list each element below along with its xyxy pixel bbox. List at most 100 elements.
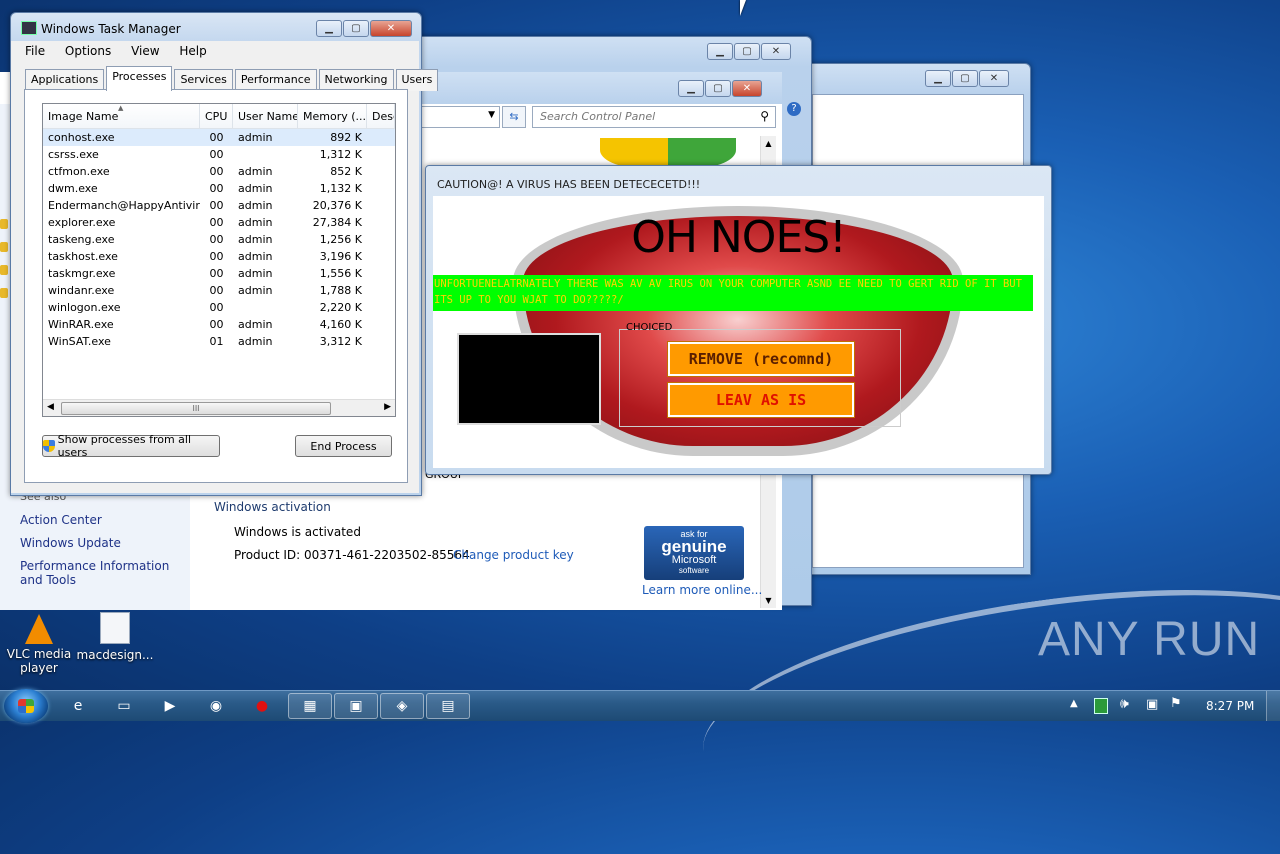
- menu-help[interactable]: Help: [179, 44, 206, 58]
- genuine-microsoft-badge[interactable]: ask for genuine Microsoft software: [644, 526, 744, 580]
- desktop-icon-macdesign[interactable]: macdesign...: [76, 612, 154, 662]
- tray-display-icon[interactable]: ▣: [1146, 697, 1158, 712]
- clock[interactable]: 8:27 PM: [1206, 699, 1254, 713]
- taskbar-ie-icon[interactable]: e: [58, 693, 98, 719]
- search-input[interactable]: Search Control Panel ⚲: [532, 106, 776, 128]
- table-row[interactable]: conhost.exe 00 admin 892 K: [43, 129, 395, 146]
- link-action-center[interactable]: Action Center: [20, 513, 102, 527]
- table-row[interactable]: Endermanch@HappyAntivir... 00 admin 20,376 …: [43, 197, 395, 214]
- popup-content: OH NOES! UNFORTUENELATRNATELY THERE WAS …: [433, 196, 1044, 468]
- column-user-name[interactable]: User Name: [233, 104, 298, 128]
- taskbar-media-player-icon[interactable]: ▶: [150, 693, 190, 719]
- taskbar-task-manager-icon[interactable]: ▤: [426, 693, 470, 719]
- link-windows-update[interactable]: Windows Update: [20, 536, 121, 550]
- minimize-button[interactable]: ▁: [316, 20, 342, 37]
- close-button[interactable]: ✕: [761, 43, 791, 60]
- tab-processes[interactable]: Processes: [106, 66, 173, 91]
- end-process-button[interactable]: End Process: [295, 435, 392, 457]
- tab-users[interactable]: Users: [395, 69, 439, 91]
- close-button[interactable]: ✕: [370, 20, 412, 37]
- process-name: dwm.exe: [48, 182, 98, 195]
- table-row[interactable]: taskhost.exe 00 admin 3,196 K: [43, 248, 395, 265]
- taskbar-winrar-icon[interactable]: ▦: [288, 693, 332, 719]
- maximize-button[interactable]: ▢: [734, 43, 760, 60]
- desktop-icon-label: VLC media player: [6, 647, 72, 675]
- tab-services[interactable]: Services: [174, 69, 233, 91]
- scroll-up-arrow[interactable]: ▲: [761, 136, 776, 151]
- table-row[interactable]: WinRAR.exe 00 admin 4,160 K: [43, 316, 395, 333]
- process-description: [367, 129, 395, 146]
- table-row[interactable]: csrss.exe 00 1,312 K: [43, 146, 395, 163]
- process-name: winlogon.exe: [48, 301, 121, 314]
- mouse-cursor-icon: [740, 0, 746, 16]
- table-row[interactable]: taskeng.exe 00 admin 1,256 K: [43, 231, 395, 248]
- tray-network-icon[interactable]: [1094, 698, 1108, 714]
- minimize-button[interactable]: ▁: [925, 70, 951, 87]
- menu-view[interactable]: View: [131, 44, 159, 58]
- process-cpu: 00: [209, 148, 224, 161]
- show-all-processes-button[interactable]: Show processes from all users: [42, 433, 220, 459]
- process-name: explorer.exe: [48, 216, 116, 229]
- table-row[interactable]: taskmgr.exe 00 admin 1,556 K: [43, 265, 395, 282]
- maximize-button[interactable]: ▢: [705, 80, 731, 97]
- tab-networking[interactable]: Networking: [318, 69, 394, 91]
- taskbar-virus-app-icon[interactable]: ◈: [380, 693, 424, 719]
- table-row[interactable]: dwm.exe 00 admin 1,132 K: [43, 180, 395, 197]
- menu-options[interactable]: Options: [65, 44, 111, 58]
- taskbar-explorer-icon[interactable]: ▭: [104, 693, 144, 719]
- table-row[interactable]: windanr.exe 00 admin 1,788 K: [43, 282, 395, 299]
- show-desktop-button[interactable]: [1266, 691, 1280, 721]
- shield-icon: [0, 219, 8, 229]
- choice-group-label: CHOICED: [626, 322, 673, 333]
- column-description[interactable]: Desc: [367, 104, 395, 128]
- scroll-left-arrow[interactable]: ◀: [47, 402, 54, 412]
- tray-chevron-icon[interactable]: ▲: [1070, 698, 1078, 709]
- process-name: conhost.exe: [43, 129, 200, 146]
- tab-applications[interactable]: Applications: [25, 69, 105, 91]
- process-name: WinSAT.exe: [48, 335, 111, 348]
- tab-performance[interactable]: Performance: [234, 69, 317, 91]
- leave-as-is-button[interactable]: LEAV AS IS: [667, 382, 855, 418]
- taskbar-chrome-icon[interactable]: ◉: [196, 693, 236, 719]
- close-button[interactable]: ✕: [979, 70, 1009, 87]
- scroll-thumb[interactable]: III: [61, 402, 331, 415]
- table-row[interactable]: winlogon.exe 00 2,220 K: [43, 299, 395, 316]
- change-product-key-link[interactable]: Change product key: [453, 548, 574, 562]
- learn-more-link[interactable]: Learn more online...: [642, 583, 762, 597]
- link-performance[interactable]: Performance Information and Tools: [20, 559, 185, 587]
- process-list[interactable]: Image Name CPU User Name Memory (... Des…: [42, 103, 396, 417]
- table-row[interactable]: ctfmon.exe 00 admin 852 K: [43, 163, 395, 180]
- column-memory[interactable]: Memory (...: [298, 104, 367, 128]
- table-row[interactable]: WinSAT.exe 01 admin 3,312 K: [43, 333, 395, 350]
- remove-button[interactable]: REMOVE (recomnd): [667, 341, 855, 377]
- scroll-right-arrow[interactable]: ▶: [384, 402, 391, 412]
- minimize-button[interactable]: ▁: [678, 80, 704, 97]
- virus-popup-window[interactable]: CAUTION@! A VIRUS HAS BEEN DETECECETD!!!…: [425, 165, 1052, 475]
- chevron-down-icon[interactable]: ▼: [488, 110, 495, 120]
- menu-bar: File Options View Help: [11, 41, 419, 61]
- task-manager-window[interactable]: Windows Task Manager ▁ ▢ ✕ File Options …: [10, 12, 439, 496]
- maximize-button[interactable]: ▢: [343, 20, 369, 37]
- tray-flag-icon[interactable]: ⚑: [1170, 696, 1182, 711]
- desktop-icon-vlc[interactable]: VLC media player: [0, 614, 78, 675]
- horizontal-scrollbar[interactable]: ◀ III ▶: [43, 399, 395, 416]
- minimize-button[interactable]: ▁: [707, 43, 733, 60]
- menu-file[interactable]: File: [25, 44, 45, 58]
- column-cpu[interactable]: CPU: [200, 104, 233, 128]
- taskbar-control-panel-icon[interactable]: ▣: [334, 693, 378, 719]
- process-description: [367, 299, 395, 316]
- refresh-button[interactable]: ⇆: [502, 106, 526, 128]
- close-button[interactable]: ✕: [732, 80, 762, 97]
- taskbar-opera-icon[interactable]: ●: [242, 693, 282, 719]
- process-name: taskhost.exe: [48, 250, 118, 263]
- tray-volume-icon[interactable]: 🕪: [1120, 696, 1129, 712]
- process-user: admin: [238, 216, 273, 229]
- process-cpu: 00: [209, 199, 224, 212]
- scroll-down-arrow[interactable]: ▼: [761, 593, 776, 608]
- start-button[interactable]: [4, 689, 48, 723]
- show-all-label: Show processes from all users: [57, 433, 192, 459]
- help-icon[interactable]: ?: [787, 102, 801, 116]
- maximize-button[interactable]: ▢: [952, 70, 978, 87]
- table-row[interactable]: explorer.exe 00 admin 27,384 K: [43, 214, 395, 231]
- address-bar[interactable]: ▼: [420, 106, 500, 128]
